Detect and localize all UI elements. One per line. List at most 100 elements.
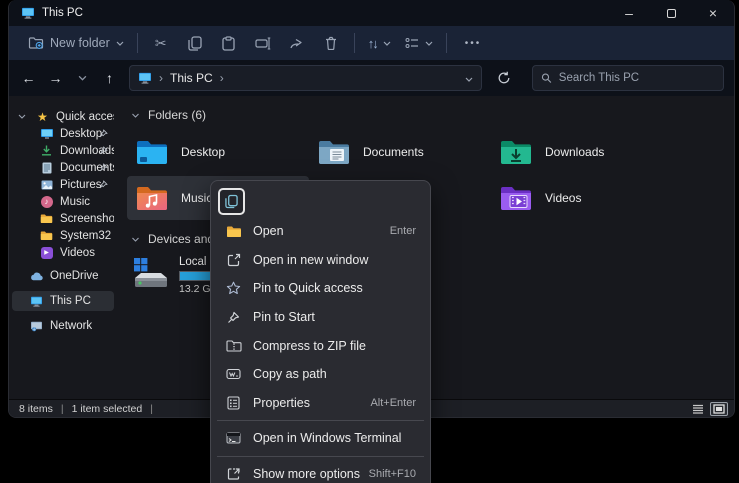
share-button[interactable]	[280, 31, 314, 55]
sidebar-item-label: Music	[60, 196, 90, 208]
chevron-down-icon	[465, 77, 473, 82]
folders-section-header[interactable]: Folders (6)	[127, 104, 734, 128]
search-input[interactable]	[559, 72, 715, 84]
view-toggles	[689, 402, 728, 416]
menu-item-show-more-options[interactable]: Show more options Shift+F10	[215, 460, 426, 483]
sidebar-item-label: Pictures	[60, 179, 102, 191]
menu-item-open-new-window[interactable]: Open in new window	[215, 246, 426, 275]
zip-folder-icon	[225, 339, 242, 352]
cut-button[interactable]: ✂	[144, 30, 178, 57]
documents-folder-icon	[317, 138, 351, 166]
minimize-button[interactable]: –	[608, 0, 650, 26]
sidebar-item-system32[interactable]: System32	[12, 227, 114, 244]
sidebar-item-label: Screenshots	[60, 213, 114, 225]
tile-videos[interactable]: Videos	[491, 176, 673, 220]
cut-icon: ✂	[155, 35, 167, 52]
desktop-icon	[40, 128, 53, 140]
see-more-button[interactable]: •••	[453, 38, 494, 49]
desktop-folder-icon	[135, 138, 169, 166]
sidebar-item-quick-access[interactable]: ★ Quick access	[12, 108, 114, 125]
sidebar-item-screenshots[interactable]: Screenshots	[12, 210, 114, 227]
breadcrumb-separator[interactable]: ›	[220, 71, 224, 85]
open-new-window-icon	[225, 253, 242, 267]
sidebar-item-downloads[interactable]: Downloads	[12, 142, 114, 159]
delete-button[interactable]	[314, 31, 348, 55]
large-icons-view-button[interactable]	[710, 402, 728, 416]
sidebar-item-documents[interactable]: Documents	[12, 159, 114, 176]
sidebar-item-label: System32	[60, 230, 111, 242]
recent-locations-button[interactable]	[69, 65, 96, 91]
paste-button[interactable]	[212, 31, 246, 56]
back-button[interactable]: ←	[15, 65, 42, 91]
maximize-button[interactable]	[650, 0, 692, 26]
new-folder-button[interactable]: New folder	[21, 31, 131, 55]
tile-label: Desktop	[181, 145, 225, 159]
back-icon: ←	[22, 70, 36, 86]
forward-icon: →	[49, 70, 63, 86]
sidebar-item-desktop[interactable]: Desktop	[12, 125, 114, 142]
videos-folder-icon	[499, 184, 533, 212]
menu-item-pin-quick-access[interactable]: Pin to Quick access	[215, 274, 426, 303]
details-view-button[interactable]	[689, 402, 707, 416]
folder-icon	[40, 213, 53, 225]
documents-icon	[40, 162, 53, 174]
star-icon: ★	[36, 111, 49, 123]
copy-quick-button[interactable]	[218, 188, 245, 215]
pin-icon	[99, 180, 108, 189]
tile-documents[interactable]: Documents	[309, 130, 491, 174]
rename-button[interactable]	[246, 32, 280, 55]
menu-item-copy-as-path[interactable]: Copy as path	[215, 360, 426, 389]
minimize-icon: –	[625, 5, 633, 21]
menu-item-compress-zip[interactable]: Compress to ZIP file	[215, 331, 426, 360]
sidebar-item-onedrive[interactable]: OneDrive	[12, 266, 114, 286]
tile-downloads[interactable]: Downloads	[491, 130, 673, 174]
downloads-folder-icon	[499, 138, 533, 166]
menu-item-pin-start[interactable]: Pin to Start	[215, 303, 426, 332]
this-pc-monitor-icon	[21, 7, 35, 19]
sidebar-item-this-pc[interactable]: This PC	[12, 291, 114, 311]
menu-divider	[217, 420, 424, 421]
copy-icon	[225, 194, 238, 209]
chevron-down-icon	[116, 41, 124, 46]
chevron-down-icon[interactable]	[18, 114, 26, 119]
view-button[interactable]	[398, 32, 440, 54]
folder-icon	[40, 230, 53, 242]
toolbar-divider	[137, 33, 138, 53]
chevron-down-icon	[425, 41, 433, 46]
sidebar-item-pictures[interactable]: Pictures	[12, 176, 114, 193]
forward-button[interactable]: →	[42, 65, 69, 91]
breadcrumb-location[interactable]: This PC	[170, 71, 213, 85]
network-icon	[30, 320, 43, 332]
new-folder-label: New folder	[50, 36, 110, 50]
close-button[interactable]: ×	[692, 0, 734, 26]
pin-icon	[99, 146, 108, 155]
title-bar[interactable]: This PC – ×	[9, 0, 734, 26]
sidebar-item-videos[interactable]: ▶ Videos	[12, 244, 114, 261]
menu-item-properties[interactable]: Properties Alt+Enter	[215, 389, 426, 418]
up-icon: ↑	[106, 70, 113, 86]
sidebar-item-music[interactable]: ♪ Music	[12, 193, 114, 210]
menu-item-open[interactable]: Open Enter	[215, 217, 426, 246]
sidebar-item-label: OneDrive	[50, 270, 99, 282]
folders-header-label: Folders (6)	[148, 108, 206, 122]
menu-item-label: Pin to Start	[253, 310, 315, 324]
search-box[interactable]	[532, 65, 724, 91]
pin-icon	[99, 163, 108, 172]
trash-icon	[325, 36, 337, 50]
up-button[interactable]: ↑	[96, 65, 123, 91]
large-icons-view-icon	[713, 404, 725, 414]
refresh-button[interactable]	[490, 65, 518, 91]
tile-desktop[interactable]: Desktop	[127, 130, 309, 174]
address-dropdown-button[interactable]	[465, 71, 473, 85]
menu-item-open-windows-terminal[interactable]: Open in Windows Terminal	[215, 424, 426, 453]
pictures-icon	[40, 179, 53, 191]
breadcrumb[interactable]: › This PC ›	[129, 65, 482, 91]
window-title: This PC	[42, 7, 83, 19]
sidebar-item-network[interactable]: Network	[12, 316, 114, 336]
details-view-icon	[692, 404, 704, 414]
sidebar-item-label: This PC	[50, 295, 91, 307]
sort-button[interactable]: ↑↓	[361, 31, 398, 56]
rename-icon	[255, 37, 271, 50]
copy-button[interactable]	[178, 31, 212, 56]
pin-star-icon	[225, 281, 242, 295]
